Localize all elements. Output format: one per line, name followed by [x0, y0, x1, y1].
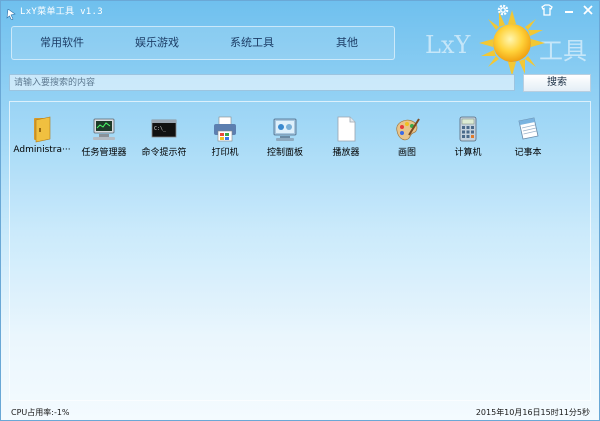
- sun-icon: [479, 10, 545, 76]
- app-item-paint[interactable]: 画图: [376, 115, 438, 161]
- app-label: 记事本: [514, 148, 542, 158]
- search-input[interactable]: [9, 74, 515, 91]
- printer-icon: [211, 115, 239, 143]
- app-item-task-manager[interactable]: 任务管理器: [73, 115, 135, 161]
- brand-watermark: LxY 工具: [425, 31, 587, 65]
- app-label: 命令提示符: [141, 148, 187, 158]
- tab-entertainment[interactable]: 娱乐游戏: [112, 27, 202, 59]
- tab-other[interactable]: 其他: [302, 27, 392, 59]
- brand-text-left: LxY: [425, 31, 471, 59]
- app-item-administrator[interactable]: Administra···: [11, 115, 73, 161]
- app-item-control-panel[interactable]: 控制面板: [254, 115, 316, 161]
- notepad-icon: [514, 115, 542, 143]
- calculator-icon: [454, 115, 482, 143]
- command-prompt-icon: C:\_: [150, 115, 178, 143]
- app-label: 画图: [397, 148, 416, 158]
- minimize-icon[interactable]: [562, 3, 576, 17]
- svg-text:C:\_: C:\_: [154, 126, 167, 132]
- paint-icon: [393, 115, 421, 143]
- app-logo-icon: [6, 5, 16, 21]
- app-label: 播放器: [332, 148, 360, 158]
- tab-system-tools[interactable]: 系统工具: [207, 27, 297, 59]
- window-title: LxY菜单工具 v1.3: [20, 7, 103, 17]
- task-manager-icon: [90, 115, 118, 143]
- app-item-command-prompt[interactable]: C:\_ 命令提示符: [133, 115, 195, 161]
- app-item-notepad[interactable]: 记事本: [497, 115, 559, 161]
- close-icon[interactable]: [581, 3, 595, 17]
- folder-icon: [28, 115, 56, 143]
- cpu-usage: CPU占用率:-1%: [11, 408, 70, 417]
- search-button[interactable]: 搜索: [523, 74, 591, 92]
- app-label: Administra···: [13, 145, 71, 155]
- control-panel-icon: [271, 115, 299, 143]
- app-item-printer[interactable]: 打印机: [194, 115, 256, 161]
- player-icon: [332, 115, 360, 143]
- app-label: 控制面板: [266, 148, 303, 158]
- app-label: 打印机: [211, 148, 239, 158]
- app-label: 任务管理器: [81, 148, 127, 158]
- datetime-clock: 2015年10月16日15时11分5秒: [475, 408, 590, 417]
- status-bar: CPU占用率:-1% 2015年10月16日15时11分5秒: [1, 404, 599, 420]
- app-item-calculator[interactable]: 计算机: [437, 115, 499, 161]
- app-window: LxY菜单工具 v1.3 LxY 工具 常用软件 娱乐游戏 系统工具 其他 请输…: [0, 0, 600, 421]
- category-tabs: 常用软件 娱乐游戏 系统工具 其他: [11, 26, 395, 60]
- brand-text-right: 工具: [539, 37, 587, 65]
- app-item-player[interactable]: 播放器: [315, 115, 377, 161]
- app-label: 计算机: [454, 148, 482, 158]
- tab-common-software[interactable]: 常用软件: [17, 27, 107, 59]
